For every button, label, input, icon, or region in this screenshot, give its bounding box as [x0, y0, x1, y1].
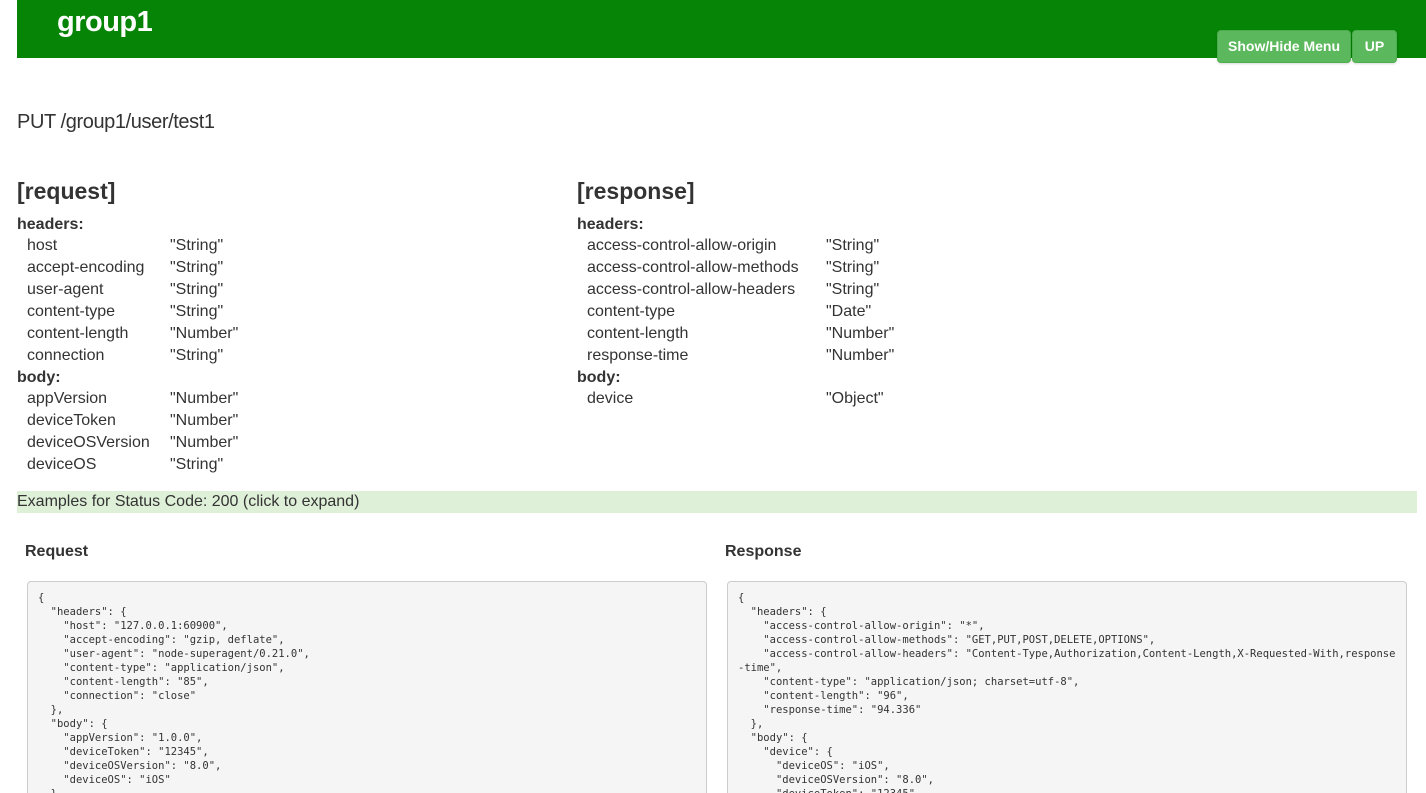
request-body-row: deviceOS "String" — [17, 454, 537, 476]
request-body-row: deviceToken "Number" — [17, 410, 537, 432]
field-type: "Object" — [826, 390, 884, 407]
field-name: content-length — [27, 325, 129, 342]
field-name: access-control-allow-methods — [587, 259, 799, 276]
top-navbar: group1 Show/Hide Menu UP — [17, 0, 1426, 63]
example-response-title: Response — [725, 543, 802, 560]
field-name: content-type — [27, 303, 116, 320]
field-type: "Number" — [170, 434, 239, 451]
example-request-code[interactable]: { "headers": { "host": "127.0.0.1:60900"… — [27, 581, 707, 793]
app-title[interactable]: group1 — [57, 6, 153, 39]
field-type: "String" — [170, 303, 224, 320]
field-name: response-time — [587, 347, 689, 364]
field-name: host — [27, 237, 58, 254]
request-header-row: accept-encoding "String" — [17, 257, 537, 279]
response-header-row: access-control-allow-headers "String" — [577, 279, 1097, 301]
response-header-row: access-control-allow-methods "String" — [577, 257, 1097, 279]
request-header-row: content-length "Number" — [17, 323, 537, 345]
request-body-row: appVersion "Number" — [17, 388, 537, 410]
response-section: [response] headers: access-control-allow… — [577, 176, 1097, 410]
field-name: access-control-allow-origin — [587, 237, 777, 254]
field-name: content-length — [587, 325, 689, 342]
field-type: "String" — [826, 281, 880, 298]
field-name: appVersion — [27, 390, 108, 407]
field-type: "String" — [170, 259, 224, 276]
field-type: "String" — [170, 456, 224, 473]
request-body-label: body: — [17, 369, 61, 386]
field-type: "Date" — [826, 303, 872, 320]
field-type: "Number" — [826, 325, 895, 342]
request-header-row: user-agent "String" — [17, 279, 537, 301]
request-header-row: content-type "String" — [17, 301, 537, 323]
field-name: connection — [27, 347, 105, 364]
response-header-row: response-time "Number" — [577, 345, 1097, 367]
response-heading: [response] — [577, 178, 695, 204]
response-headers-list: access-control-allow-origin "String" acces… — [577, 235, 1097, 367]
show-hide-menu-button[interactable]: Show/Hide Menu — [1217, 30, 1351, 63]
field-name: accept-encoding — [27, 259, 145, 276]
field-name: user-agent — [27, 281, 104, 298]
endpoint-title: PUT /group1/user/test1 — [17, 111, 215, 133]
response-body-list: device "Object" — [577, 388, 1097, 410]
request-section: [request] headers: host "String" accept-en… — [17, 176, 537, 476]
request-body-row: deviceOSVersion "Number" — [17, 432, 537, 454]
field-type: "String" — [170, 347, 224, 364]
request-heading: [request] — [17, 178, 116, 204]
field-type: "Number" — [170, 390, 239, 407]
field-name: device — [587, 390, 634, 407]
field-name: access-control-allow-headers — [587, 281, 796, 298]
examples-toggle-bar[interactable]: Examples for Status Code: 200 (click to … — [17, 491, 1417, 513]
field-name: deviceOSVersion — [27, 434, 150, 451]
field-type: "String" — [170, 237, 224, 254]
field-type: "String" — [170, 281, 224, 298]
request-header-row: connection "String" — [17, 345, 537, 367]
field-type: "String" — [826, 237, 880, 254]
request-headers-label: headers: — [17, 216, 84, 233]
response-headers-label: headers: — [577, 216, 644, 233]
response-header-row: content-length "Number" — [577, 323, 1097, 345]
field-name: deviceOS — [27, 456, 97, 473]
field-type: "String" — [826, 259, 880, 276]
field-type: "Number" — [170, 325, 239, 342]
field-type: "Number" — [170, 412, 239, 429]
example-request-title: Request — [25, 543, 89, 560]
response-header-row: access-control-allow-origin "String" — [577, 235, 1097, 257]
response-body-label: body: — [577, 369, 621, 386]
field-type: "Number" — [826, 347, 895, 364]
up-button[interactable]: UP — [1352, 30, 1397, 63]
request-headers-list: host "String" accept-encoding "String" user-… — [17, 235, 537, 367]
request-header-row: host "String" — [17, 235, 537, 257]
field-name: deviceToken — [27, 412, 116, 429]
request-body-list: appVersion "Number" deviceToken "Number" dev… — [17, 388, 537, 476]
example-response-code[interactable]: { "headers": { "access-control-allow-ori… — [727, 581, 1407, 793]
field-name: content-type — [587, 303, 676, 320]
response-body-row: device "Object" — [577, 388, 1097, 410]
response-header-row: content-type "Date" — [577, 301, 1097, 323]
